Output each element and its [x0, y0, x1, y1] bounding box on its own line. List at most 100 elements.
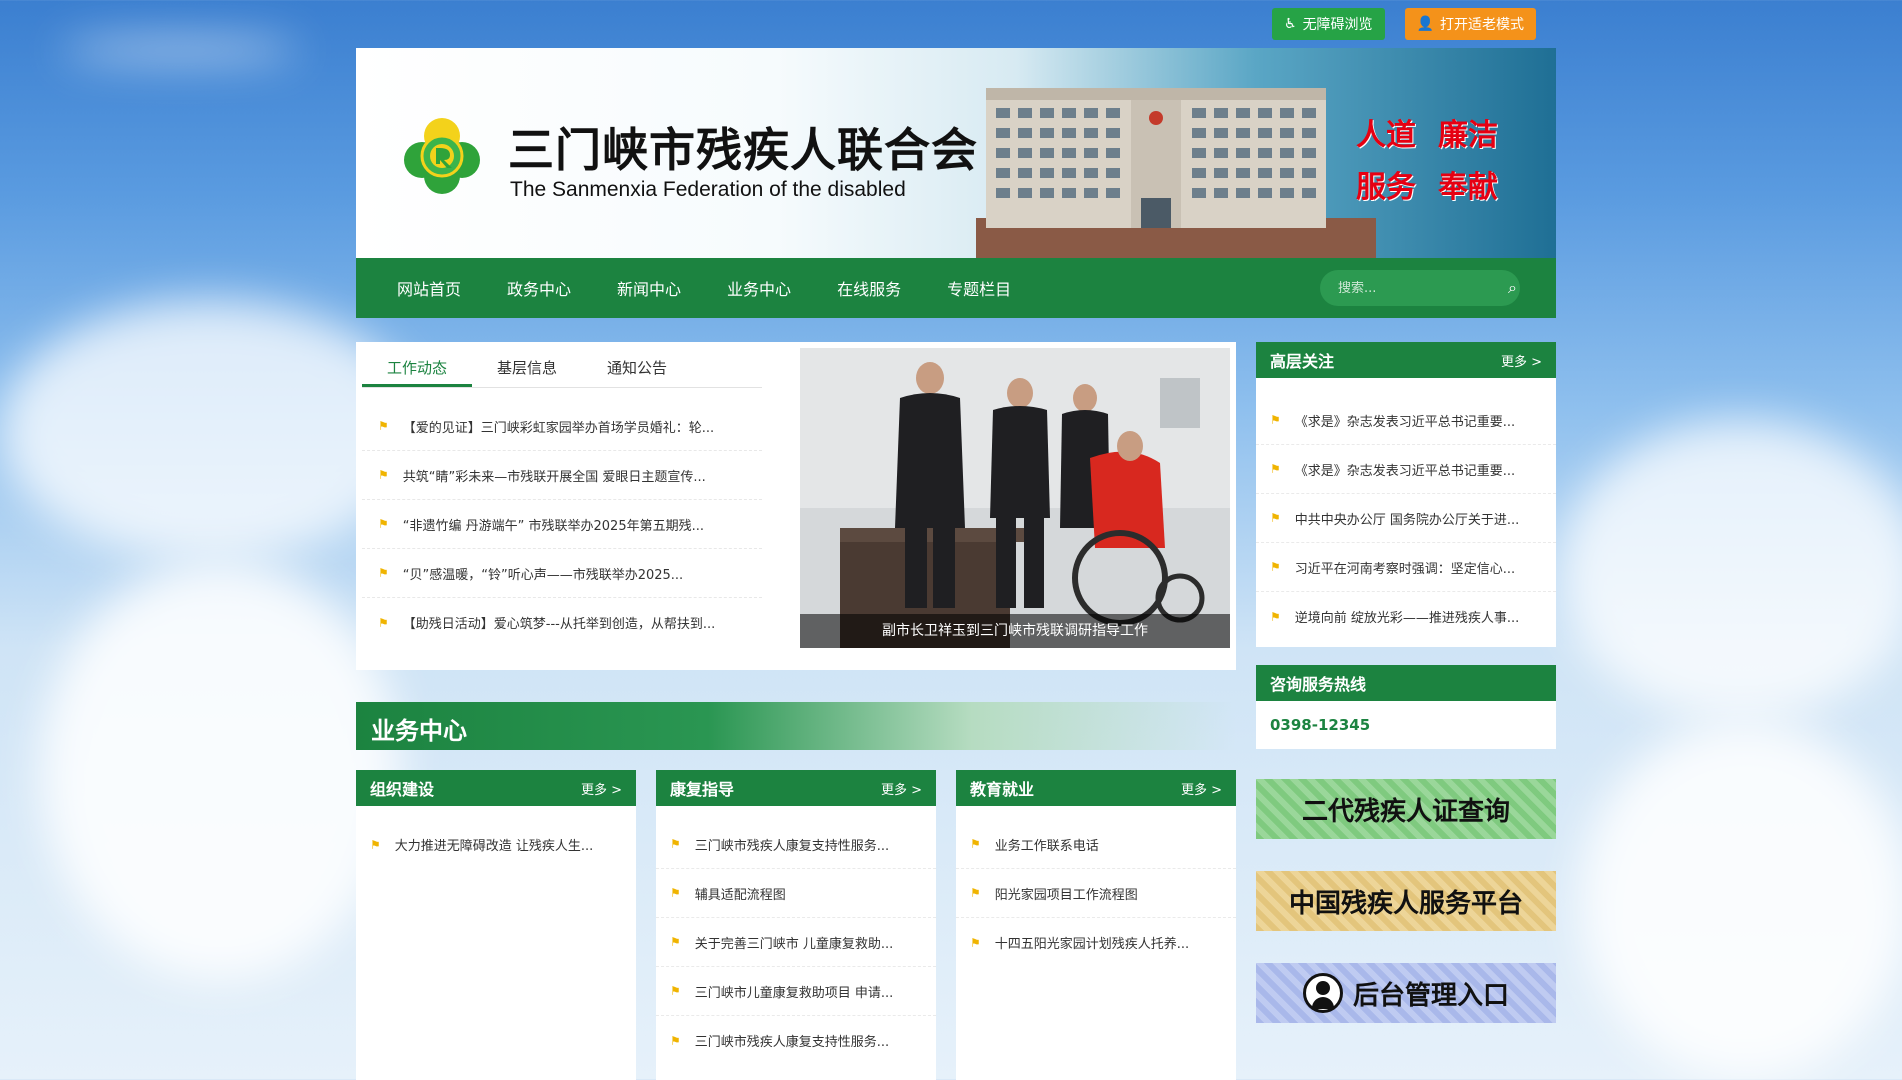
list-item[interactable]: ⚑ 大力推进无障碍改造 让残疾人生...: [356, 820, 636, 869]
list-item[interactable]: ⚑ “贝”感温暖，“铃”听心声——市残联举办2025...: [362, 549, 762, 598]
nav-item-news[interactable]: 新闻中心: [594, 276, 704, 300]
flag-icon: ⚑: [1270, 560, 1281, 574]
section-title: 业务中心: [371, 717, 467, 745]
main-nav: 网站首页 政务中心 新闻中心 业务中心 在线服务 专题栏目 ⌕: [356, 258, 1556, 318]
focus-panel: 高层关注 更多 > ⚑ 《求是》杂志发表习近平总书记重要... ⚑ 《求是》杂志发表…: [1256, 342, 1556, 647]
flag-icon: ⚑: [378, 615, 389, 630]
box-title: 组织建设: [370, 780, 435, 799]
flag-icon: ⚑: [670, 886, 681, 900]
background-cloud: [40, 560, 400, 980]
nav-item-home[interactable]: 网站首页: [374, 276, 484, 300]
list-item[interactable]: ⚑ 【爱的见证】三门峡彩虹家园举办首场学员婚礼：轮...: [362, 402, 762, 451]
more-link[interactable]: 更多 >: [1181, 779, 1222, 798]
box-title: 康复指导: [670, 780, 735, 799]
sidebar: 高层关注 更多 > ⚑ 《求是》杂志发表习近平总书记重要... ⚑ 《求是》杂志发表…: [1256, 342, 1556, 1023]
flag-icon: ⚑: [670, 837, 681, 851]
photo-image: [800, 348, 1230, 648]
news-photo[interactable]: 副市长卫祥玉到三门峡市残联调研指导工作: [800, 348, 1230, 648]
list-item[interactable]: ⚑ 三门峡市残疾人康复支持性服务...: [656, 1016, 936, 1065]
wheelchair-icon: ♿: [1284, 16, 1297, 32]
flag-icon: ⚑: [670, 984, 681, 998]
slogan-word: 廉洁: [1438, 118, 1498, 153]
flag-icon: ⚑: [670, 935, 681, 949]
photo-caption: 副市长卫祥玉到三门峡市残联调研指导工作: [800, 614, 1230, 648]
nav-item-government[interactable]: 政务中心: [484, 276, 594, 300]
list-item-text: 辅具适配流程图: [694, 887, 786, 903]
box-list: ⚑ 业务工作联系电话 ⚑ 阳光家园项目工作流程图 ⚑ 十四五阳光家园计划残疾人托养..…: [956, 806, 1236, 967]
slogan-word: 奉献: [1438, 170, 1498, 205]
more-link[interactable]: 更多 >: [1501, 351, 1542, 370]
list-item[interactable]: ⚑ 三门峡市残疾人康复支持性服务...: [656, 820, 936, 869]
hotline-number[interactable]: 0398-12345: [1256, 701, 1556, 749]
news-list: ⚑ 【爱的见证】三门峡彩虹家园举办首场学员婚礼：轮... ⚑ 共筑“睛”彩未来—市残…: [362, 402, 762, 647]
list-item-text: 【爱的见证】三门峡彩虹家园举办首场学员婚礼：轮...: [402, 420, 715, 436]
list-item[interactable]: ⚑ 中共中央办公厅 国务院办公厅关于进...: [1256, 494, 1556, 543]
education-employment-box: 教育就业 更多 > ⚑ 业务工作联系电话 ⚑ 阳光家园项目工作流程图 ⚑ 十四五阳光家…: [956, 770, 1236, 1080]
nav-item-topics[interactable]: 专题栏目: [924, 276, 1034, 300]
news-panel: 工作动态 基层信息 通知公告 ⚑ 【爱的见证】三门峡彩虹家园举办首场学员婚礼：轮.…: [356, 342, 1236, 670]
list-item-text: 逆境向前 绽放光彩——推进残疾人事...: [1294, 611, 1520, 626]
button-label: 中国残疾人服务平台: [1288, 888, 1523, 919]
flag-icon: ⚑: [378, 566, 389, 580]
person-icon: 👤: [1416, 16, 1434, 32]
service-platform-button[interactable]: 中国残疾人服务平台: [1256, 871, 1556, 931]
list-item[interactable]: ⚑ 《求是》杂志发表习近平总书记重要...: [1256, 445, 1556, 494]
tab-work-news[interactable]: 工作动态: [362, 348, 472, 387]
site-title: 三门峡市残疾人联合会: [508, 123, 978, 177]
list-item-text: 【助残日活动】爱心筑梦---从托举到创造，从帮扶到...: [402, 617, 716, 632]
list-item[interactable]: ⚑ 逆境向前 绽放光彩——推进残疾人事...: [1256, 592, 1556, 641]
list-item-text: 《求是》杂志发表习近平总书记重要...: [1294, 463, 1516, 479]
list-item[interactable]: ⚑ 辅具适配流程图: [656, 869, 936, 918]
list-item[interactable]: ⚑ 【助残日活动】爱心筑梦---从托举到创造，从帮扶到...: [362, 598, 762, 647]
news-tabs: 工作动态 基层信息 通知公告: [362, 348, 762, 388]
list-item[interactable]: ⚑ “非遗竹编 丹游端午” 市残联举办2025年第五期残...: [362, 500, 762, 549]
search-icon[interactable]: ⌕: [1508, 278, 1517, 298]
accessibility-label: 无障碍浏览: [1302, 17, 1373, 33]
background-cloud: [1580, 720, 1902, 1080]
panel-header: 高层关注 更多 >: [1256, 342, 1556, 378]
list-item-text: “贝”感温暖，“铃”听心声——市残联举办2025...: [402, 567, 684, 583]
disability-card-query-button[interactable]: 二代残疾人证查询: [1256, 779, 1556, 839]
box-title: 教育就业: [970, 780, 1035, 799]
background-cloud: [1560, 420, 1902, 720]
list-item[interactable]: ⚑ 十四五阳光家园计划残疾人托养...: [956, 918, 1236, 967]
flag-icon: ⚑: [970, 837, 981, 851]
list-item-text: 关于完善三门峡市 儿童康复救助...: [694, 936, 894, 952]
list-item[interactable]: ⚑ 关于完善三门峡市 儿童康复救助...: [656, 918, 936, 967]
list-item-text: 三门峡市残疾人康复支持性服务...: [694, 838, 890, 854]
org-building-box: 组织建设 更多 > ⚑ 大力推进无障碍改造 让残疾人生...: [356, 770, 636, 1080]
elderly-mode-button[interactable]: 👤 打开适老模式: [1404, 8, 1536, 40]
box-list: ⚑ 三门峡市残疾人康复支持性服务... ⚑ 辅具适配流程图 ⚑ 关于完善三门峡市 儿童…: [656, 806, 936, 1065]
nav-item-business[interactable]: 业务中心: [704, 276, 814, 300]
box-header: 教育就业 更多 >: [956, 770, 1236, 806]
list-item-text: 阳光家园项目工作流程图: [994, 887, 1138, 903]
nav-item-online-service[interactable]: 在线服务: [814, 276, 924, 300]
list-item-text: 三门峡市残疾人康复支持性服务...: [694, 1035, 890, 1050]
list-item[interactable]: ⚑ 习近平在河南考察时强调：坚定信心...: [1256, 543, 1556, 592]
tab-notices[interactable]: 通知公告: [582, 348, 692, 387]
admin-login-button[interactable]: 后台管理入口: [1256, 963, 1556, 1023]
flag-icon: ⚑: [378, 419, 389, 433]
list-item-text: “非遗竹编 丹游端午” 市残联举办2025年第五期残...: [402, 518, 704, 534]
list-item-text: 业务工作联系电话: [994, 838, 1099, 854]
list-item[interactable]: ⚑ 共筑“睛”彩未来—市残联开展全国 爱眼日主题宣传...: [362, 451, 762, 500]
federation-logo-icon: [404, 118, 480, 194]
search-box: ⌕: [1320, 270, 1520, 306]
page-container: 三门峡市残疾人联合会 The Sanmenxia Federation of t…: [356, 48, 1556, 318]
search-input[interactable]: [1338, 280, 1508, 296]
accessibility-button[interactable]: ♿ 无障碍浏览: [1272, 8, 1385, 40]
more-link[interactable]: 更多 >: [881, 779, 922, 798]
flag-icon: ⚑: [670, 1033, 681, 1048]
list-item[interactable]: ⚑ 业务工作联系电话: [956, 820, 1236, 869]
tab-grassroots[interactable]: 基层信息: [472, 348, 582, 387]
list-item[interactable]: ⚑ 阳光家园项目工作流程图: [956, 869, 1236, 918]
header-banner: 三门峡市残疾人联合会 The Sanmenxia Federation of t…: [356, 48, 1556, 258]
list-item[interactable]: ⚑ 三门峡市儿童康复救助项目 申请...: [656, 967, 936, 1016]
flag-icon: ⚑: [370, 837, 381, 852]
box-header: 组织建设 更多 >: [356, 770, 636, 806]
user-icon: [1302, 973, 1343, 1013]
more-link[interactable]: 更多 >: [581, 779, 622, 798]
list-item[interactable]: ⚑ 《求是》杂志发表习近平总书记重要...: [1256, 396, 1556, 445]
list-item-text: 中共中央办公厅 国务院办公厅关于进...: [1294, 512, 1520, 528]
top-toolbar: ♿ 无障碍浏览 👤 打开适老模式: [1272, 8, 1536, 40]
